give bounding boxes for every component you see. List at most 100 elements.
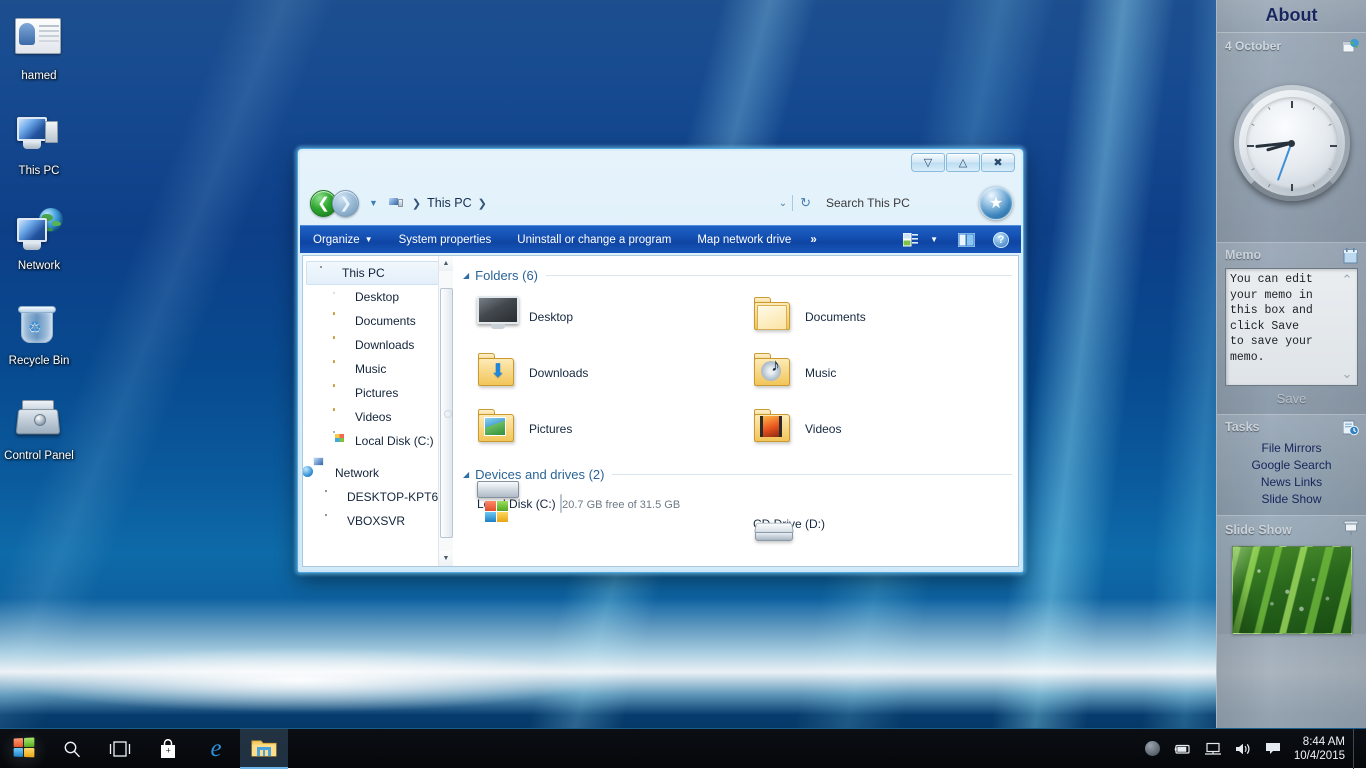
minimize-button[interactable]: ▽	[911, 153, 945, 172]
scroll-down-arrow[interactable]: ▼	[439, 551, 453, 566]
memo-save-button[interactable]: Save	[1217, 386, 1366, 414]
breadcrumb-separator[interactable]: ❯	[478, 197, 487, 210]
sidebar-item-this-pc[interactable]: This PC	[306, 261, 450, 285]
task-link-slide-show[interactable]: Slide Show	[1217, 491, 1366, 508]
map-network-drive-button[interactable]: Map network drive	[684, 226, 804, 253]
breadcrumb-current[interactable]: This PC	[427, 196, 471, 210]
desktop-icon-hamed[interactable]: hamed	[0, 8, 78, 89]
history-dropdown-icon[interactable]: ▼	[369, 198, 378, 208]
organize-button[interactable]: Organize ▼	[300, 226, 386, 253]
projector-icon[interactable]	[1343, 520, 1359, 536]
folder-item-music[interactable]: ♪ Music	[737, 345, 1013, 401]
breadcrumb-separator[interactable]: ❯	[412, 197, 421, 210]
sidebar-item-videos[interactable]: Videos	[303, 405, 453, 429]
uninstall-program-button[interactable]: Uninstall or change a program	[504, 226, 684, 253]
address-dropdown-icon[interactable]: ⌄	[774, 198, 792, 209]
window-titlebar[interactable]: ▽ △ ✖	[300, 151, 1021, 181]
folder-item-desktop[interactable]: Desktop	[461, 289, 737, 345]
drive-item-local-disk[interactable]: Local Disk (C:) 20.7 GB free of 31.5 GB	[461, 488, 737, 544]
maximize-button[interactable]: △	[946, 153, 980, 172]
sidebar-item-music[interactable]: Music	[303, 357, 453, 381]
sidebar-item-local-disk[interactable]: Local Disk (C:)	[303, 429, 453, 453]
help-button[interactable]: ?	[981, 232, 1015, 248]
collapse-triangle-icon[interactable]: ◢	[463, 470, 469, 479]
hidden-icons-icon[interactable]	[1139, 741, 1166, 756]
store-icon[interactable]	[144, 729, 192, 769]
task-view-icon[interactable]	[96, 729, 144, 769]
memo-scrollbar[interactable]: ⌃ ⌄	[1339, 272, 1355, 382]
memo-scroll-up-icon[interactable]: ⌃	[1342, 272, 1353, 288]
edge-icon[interactable]: e	[192, 729, 240, 769]
action-center-icon[interactable]	[1258, 741, 1288, 756]
view-dropdown-icon[interactable]: ▼	[924, 235, 944, 244]
task-link-news-links[interactable]: News Links	[1217, 474, 1366, 491]
file-explorer-icon[interactable]	[240, 729, 288, 769]
slideshow-image[interactable]	[1232, 546, 1352, 634]
favorites-star-icon[interactable]: ★	[979, 186, 1013, 220]
memo-note-icon[interactable]	[1343, 248, 1359, 264]
breadcrumb[interactable]: ❯ This PC ❯	[388, 191, 493, 215]
change-view-icon[interactable]	[897, 233, 924, 247]
sidebar-item-vboxsvr[interactable]: VBOXSVR	[303, 509, 453, 533]
drive-item-cd-drive[interactable]: CD Drive (D:)	[737, 488, 1013, 544]
sidebar-item-pictures[interactable]: Pictures	[303, 381, 453, 405]
folder-icon	[333, 338, 349, 353]
close-button[interactable]: ✖	[981, 153, 1015, 172]
devices-group-header[interactable]: ◢ Devices and drives (2)	[463, 467, 1018, 482]
scrollbar-thumb[interactable]	[440, 288, 453, 538]
folders-group-header[interactable]: ◢ Folders (6)	[463, 268, 1018, 283]
memo-gadget[interactable]: Memo You can edit your memo in this box …	[1217, 243, 1366, 415]
sidebar-item-desktop[interactable]: Desktop	[303, 285, 453, 309]
computer-icon	[15, 113, 63, 161]
folder-item-pictures[interactable]: Pictures	[461, 401, 737, 457]
desktop-sidebar[interactable]: About 4 October	[1216, 0, 1366, 731]
memo-scroll-down-icon[interactable]: ⌄	[1342, 366, 1353, 382]
downloads-folder-icon: ⬇	[477, 352, 519, 394]
taskbar-clock[interactable]: 8:44 AM 10/4/2015	[1288, 735, 1353, 763]
search-icon[interactable]	[48, 729, 96, 769]
scroll-up-arrow[interactable]: ▲	[439, 256, 453, 271]
task-link-file-mirrors[interactable]: File Mirrors	[1217, 440, 1366, 457]
sidebar-item-desktop-kpt6f[interactable]: DESKTOP-KPT6F	[303, 485, 453, 509]
file-explorer-window[interactable]: ▽ △ ✖ ❮ ❯ ▼ ❯ This PC ❯ ⌄ ↻ Search This …	[297, 148, 1024, 573]
sidebar-item-downloads[interactable]: Downloads	[303, 333, 453, 357]
slideshow-gadget[interactable]: Slide Show	[1217, 516, 1366, 634]
clock-date: 4 October	[1225, 39, 1281, 53]
collapse-triangle-icon[interactable]: ◢	[463, 271, 469, 280]
folder-item-videos[interactable]: Videos	[737, 401, 1013, 457]
tasks-clock-icon[interactable]	[1343, 420, 1359, 436]
preview-pane-icon[interactable]	[944, 233, 981, 247]
desktop-icon-this-pc[interactable]: This PC	[0, 109, 78, 184]
calendar-globe-icon[interactable]	[1343, 38, 1359, 54]
folder-label: Documents	[805, 310, 866, 324]
sidebar-item-label: Videos	[355, 410, 391, 424]
system-properties-button[interactable]: System properties	[386, 226, 505, 253]
tasks-gadget[interactable]: Tasks File Mirrors Google Search News Li…	[1217, 415, 1366, 516]
about-gadget-header[interactable]: About	[1217, 0, 1366, 33]
navigation-scrollbar[interactable]: ▲ ▼	[438, 256, 453, 566]
forward-button[interactable]: ❯	[332, 190, 359, 217]
desktop-icon-control-panel[interactable]: Control Panel	[0, 394, 78, 469]
toolbar-overflow-button[interactable]: »	[804, 226, 822, 253]
search-input[interactable]: Search This PC	[818, 192, 973, 214]
folder-item-documents[interactable]: Documents	[737, 289, 1013, 345]
desktop-icon-recycle-bin[interactable]: ♻ Recycle Bin	[0, 299, 78, 374]
content-pane[interactable]: ◢ Folders (6) Desktop Documents ⬇	[453, 256, 1018, 566]
taskbar[interactable]: e	[0, 728, 1366, 768]
battery-icon[interactable]	[1166, 742, 1198, 756]
folder-item-downloads[interactable]: ⬇ Downloads	[461, 345, 737, 401]
navigation-pane[interactable]: This PC Desktop Documents Downloads Musi…	[303, 256, 453, 566]
command-toolbar: Organize ▼ System properties Uninstall o…	[300, 225, 1021, 253]
memo-textarea[interactable]: You can edit your memo in this box and c…	[1225, 268, 1358, 386]
sidebar-item-network[interactable]: Network	[303, 461, 453, 485]
desktop-icon-network[interactable]: Network	[0, 204, 78, 279]
task-link-google-search[interactable]: Google Search	[1217, 457, 1366, 474]
network-icon[interactable]	[1198, 742, 1228, 756]
clock-gadget[interactable]: 4 October	[1217, 33, 1366, 243]
show-desktop-button[interactable]	[1353, 729, 1360, 769]
sidebar-item-documents[interactable]: Documents	[303, 309, 453, 333]
network-icon	[313, 466, 329, 481]
refresh-icon[interactable]: ↻	[793, 195, 818, 211]
start-button[interactable]	[0, 729, 48, 769]
volume-icon[interactable]	[1228, 742, 1258, 756]
